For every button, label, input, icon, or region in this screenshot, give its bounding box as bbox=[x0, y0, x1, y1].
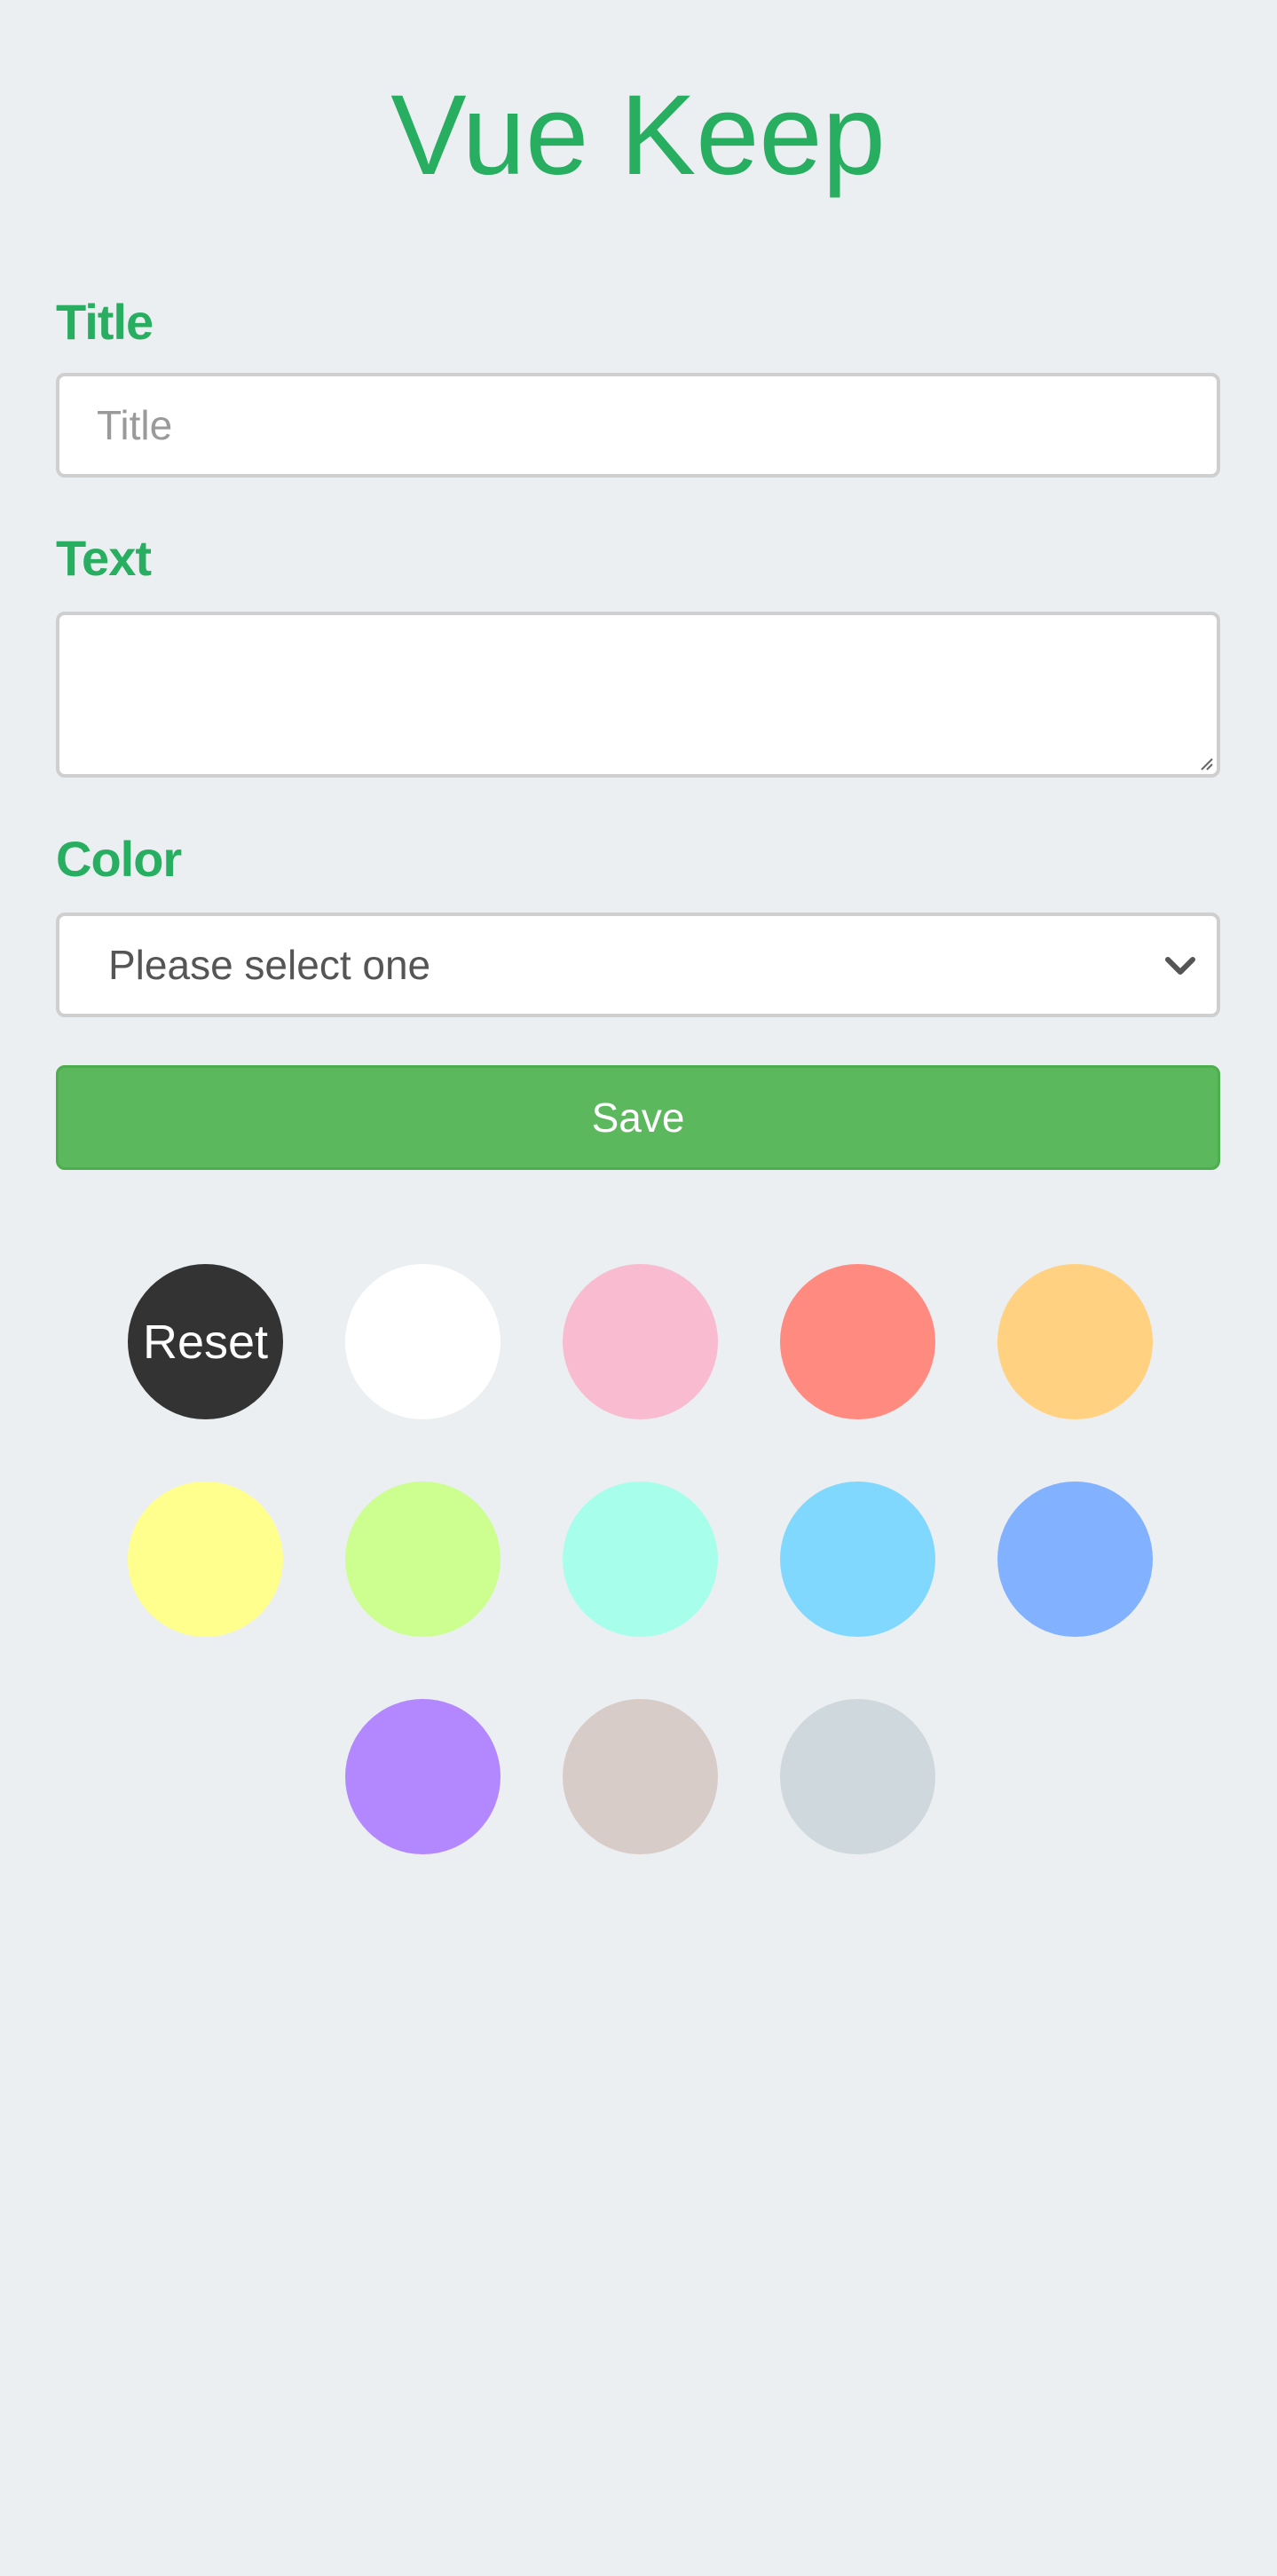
text-area-wrapper bbox=[56, 612, 1220, 778]
swatch-label: Reset bbox=[142, 1315, 269, 1369]
color-label: Color bbox=[56, 831, 182, 887]
resize-handle-icon[interactable] bbox=[1199, 756, 1213, 770]
chevron-down-icon bbox=[1165, 957, 1195, 975]
color-swatch[interactable] bbox=[345, 1264, 501, 1419]
color-swatch[interactable] bbox=[780, 1699, 935, 1854]
color-swatch[interactable] bbox=[563, 1699, 718, 1854]
color-swatch[interactable] bbox=[563, 1264, 718, 1419]
color-swatch[interactable] bbox=[345, 1699, 501, 1854]
app-title: Vue Keep bbox=[390, 72, 886, 199]
text-area[interactable] bbox=[56, 612, 1220, 778]
text-label: Text bbox=[56, 530, 152, 586]
color-swatch[interactable] bbox=[997, 1264, 1153, 1419]
color-swatch[interactable] bbox=[345, 1482, 501, 1637]
color-swatch[interactable] bbox=[997, 1482, 1153, 1637]
color-swatch[interactable] bbox=[780, 1482, 935, 1637]
title-input[interactable] bbox=[56, 373, 1220, 478]
title-label: Title bbox=[56, 294, 154, 350]
color-select[interactable]: Please select one bbox=[56, 913, 1220, 1017]
color-swatch[interactable] bbox=[128, 1482, 283, 1637]
color-select-value: Please select one bbox=[108, 942, 431, 988]
reset-color-swatch[interactable]: Reset bbox=[128, 1264, 283, 1419]
color-swatch[interactable] bbox=[563, 1482, 718, 1637]
color-swatch[interactable] bbox=[780, 1264, 935, 1419]
save-button[interactable]: Save bbox=[56, 1065, 1220, 1170]
